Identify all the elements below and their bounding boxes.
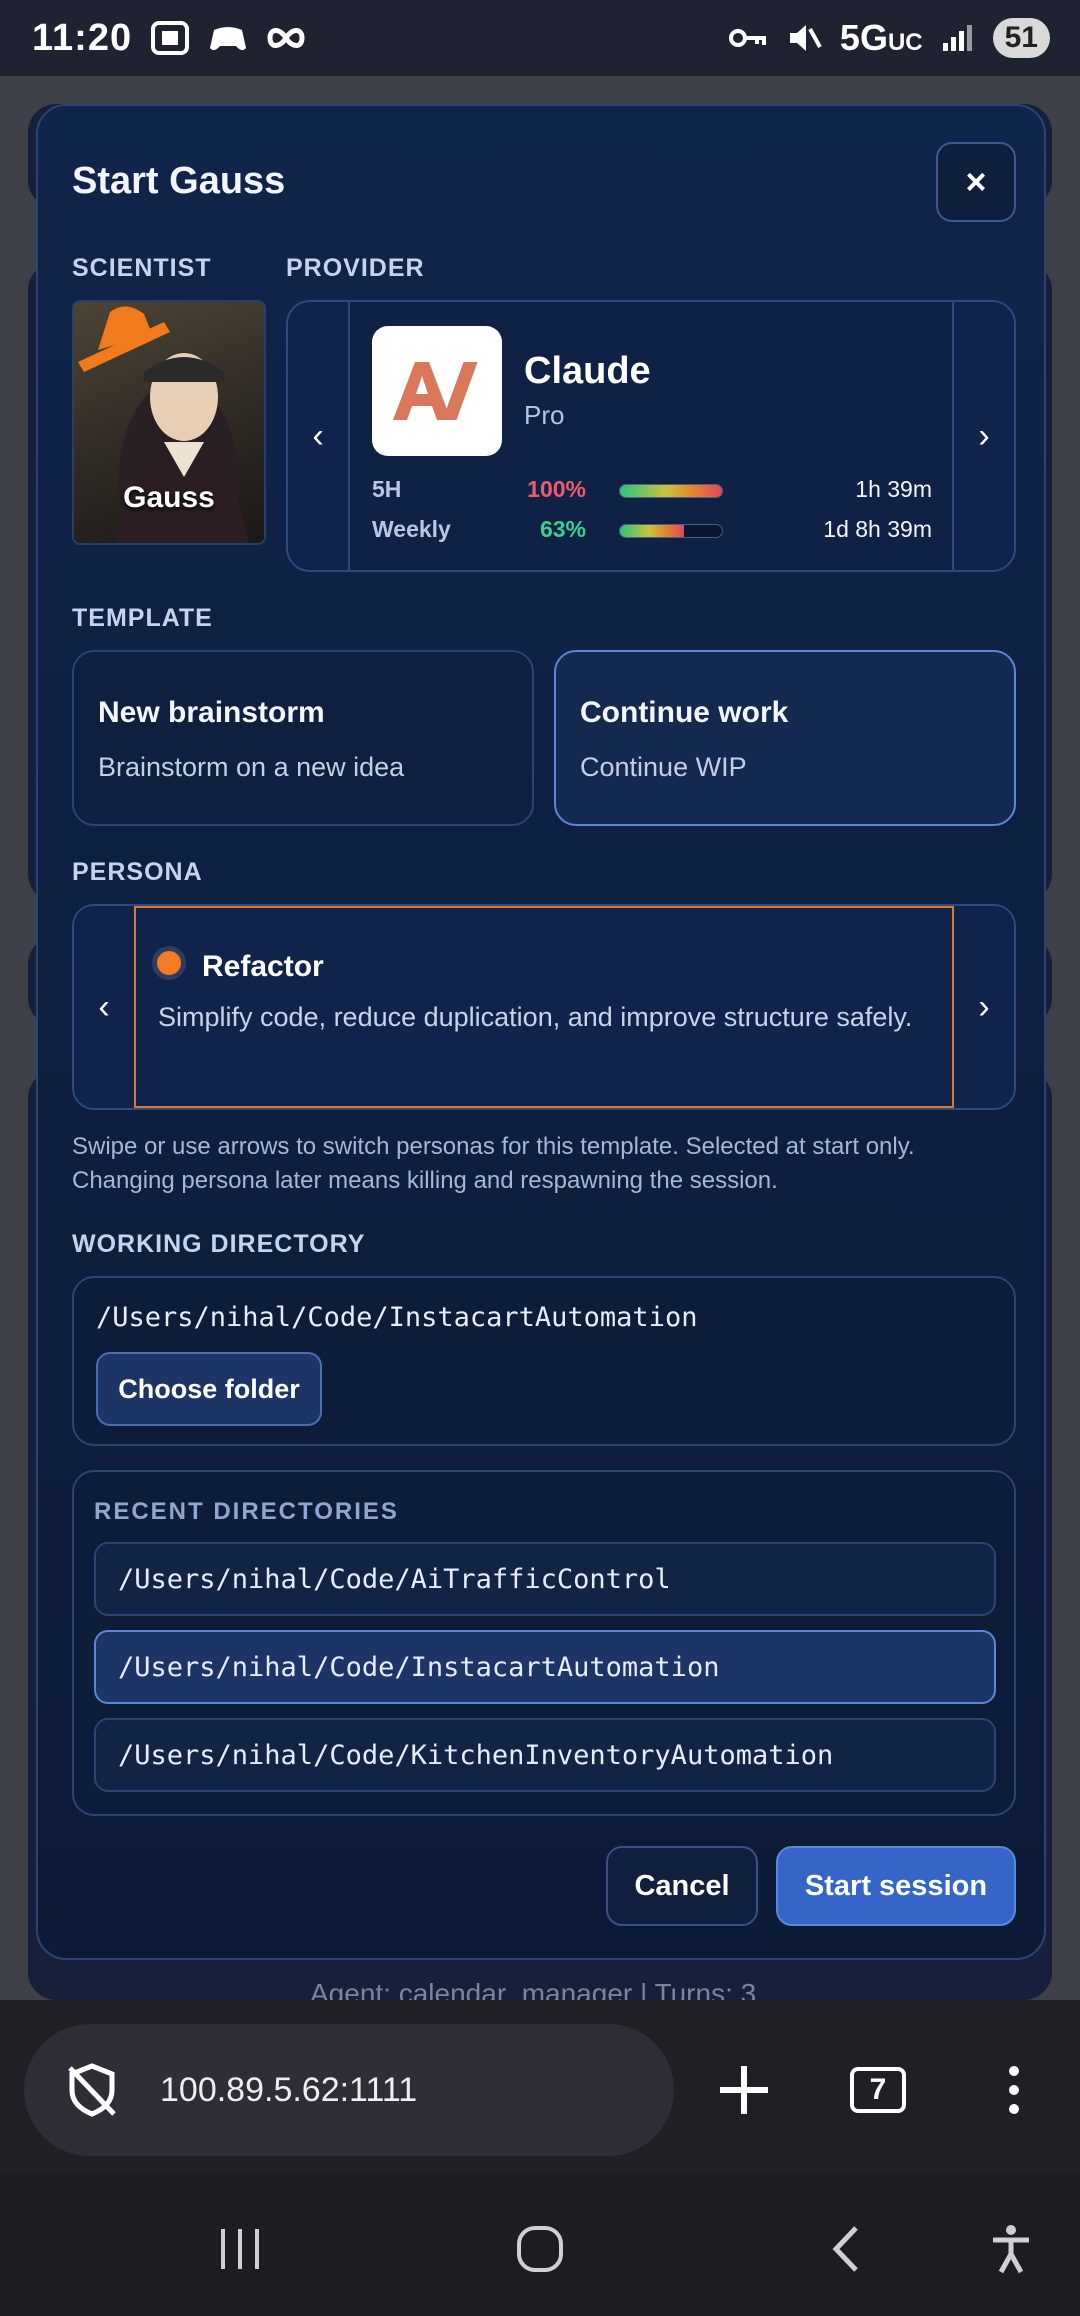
template-label: TEMPLATE xyxy=(72,604,213,632)
recent-directory-item[interactable]: /Users/nihal/Code/InstacartAutomation xyxy=(94,1630,996,1704)
tab-count: 7 xyxy=(850,2067,906,2113)
usage-row-weekly: Weekly 63% 1d 8h 39m xyxy=(372,516,932,546)
template-title: Continue work xyxy=(580,696,789,729)
usage-bar xyxy=(619,484,723,498)
tab-switcher-button[interactable]: 7 xyxy=(848,2052,908,2128)
persona-prev-button[interactable]: ‹ xyxy=(74,906,134,1108)
mute-icon xyxy=(789,25,822,51)
usage-percent: 100% xyxy=(527,476,586,502)
persona-label: PERSONA xyxy=(72,858,203,886)
usage-bar-fill xyxy=(620,525,685,537)
scientist-name: Gauss xyxy=(123,481,215,514)
persona-radio[interactable] xyxy=(152,946,186,980)
template-continue-work[interactable]: Continue work Continue WIP xyxy=(554,650,1016,826)
scientist-card[interactable]: Gauss xyxy=(72,300,266,545)
home-button[interactable] xyxy=(512,2214,568,2284)
accessibility-icon xyxy=(993,2225,1029,2274)
recent-directories-box: RECENT DIRECTORIES /Users/nihal/Code/AiT… xyxy=(72,1470,1016,1816)
close-button[interactable]: × xyxy=(936,142,1016,222)
home-icon xyxy=(517,2226,563,2272)
screenshot-icon xyxy=(151,21,190,55)
accessibility-button[interactable] xyxy=(986,2214,1036,2284)
provider-label: PROVIDER xyxy=(286,254,425,282)
game-controller-icon xyxy=(210,27,247,51)
usage-reset-time: 1d 8h 39m xyxy=(823,516,932,542)
more-vert-icon xyxy=(1009,2066,1019,2114)
persona-description: Simplify code, reduce duplication, and i… xyxy=(158,1002,913,1032)
start-session-button[interactable]: Start session xyxy=(776,1846,1016,1926)
template-subtitle: Continue WIP xyxy=(580,752,747,782)
close-icon: × xyxy=(965,161,987,202)
persona-hint: Swipe or use arrows to switch personas f… xyxy=(72,1133,915,1194)
back-icon xyxy=(832,2226,858,2272)
recent-directory-item[interactable]: /Users/nihal/Code/KitchenInventoryAutoma… xyxy=(94,1718,996,1792)
persona-option-refactor[interactable]: Refactor Simplify code, reduce duplicati… xyxy=(134,906,954,1108)
url-text: 100.89.5.62:1111 xyxy=(160,2070,418,2109)
battery-level: 51 xyxy=(992,18,1050,58)
status-bar: 11:20 5GUC 51 xyxy=(0,0,1080,76)
back-button[interactable] xyxy=(820,2214,870,2284)
template-title: New brainstorm xyxy=(98,696,325,729)
browser-toolbar: 100.89.5.62:1111 7 xyxy=(0,2000,1080,2174)
usage-row-5h: 5H 100% 1h 39m xyxy=(372,476,932,506)
working-directory-label: WORKING DIRECTORY xyxy=(72,1230,366,1258)
status-time: 11:20 xyxy=(32,16,133,59)
persona-name: Refactor xyxy=(202,950,324,983)
modal-title: Start Gauss xyxy=(72,160,286,202)
vpn-key-icon xyxy=(728,29,766,47)
usage-label: 5H xyxy=(372,476,402,502)
recent-directories-label: RECENT DIRECTORIES xyxy=(94,1498,399,1525)
template-subtitle: Brainstorm on a new idea xyxy=(98,752,405,782)
system-navigation-bar xyxy=(0,2174,1080,2316)
browser-menu-button[interactable] xyxy=(994,2052,1034,2128)
usage-bar-fill xyxy=(620,485,722,497)
provider-plan: Pro xyxy=(524,400,565,430)
infinity-icon xyxy=(267,28,305,48)
recents-button[interactable] xyxy=(212,2214,268,2284)
persona-next-button[interactable]: › xyxy=(954,906,1014,1108)
plus-icon xyxy=(720,2066,768,2114)
recents-icon xyxy=(221,2229,259,2269)
persona-carousel: ‹ Refactor Simplify code, reduce duplica… xyxy=(72,904,1016,1110)
provider-name: Claude xyxy=(524,350,651,392)
choose-folder-button[interactable]: Choose folder xyxy=(96,1352,322,1426)
provider-card: ‹ Claude Pro 5H 100% 1h 39m Weekly 63% 1… xyxy=(286,300,1016,572)
scientist-label: SCIENTIST xyxy=(72,254,212,282)
signal-icon xyxy=(942,25,972,51)
claude-logo-icon xyxy=(372,326,502,456)
usage-reset-time: 1h 39m xyxy=(855,476,932,502)
chevron-left-icon: ‹ xyxy=(98,987,110,1026)
chevron-right-icon: › xyxy=(978,987,990,1026)
recent-directory-item[interactable]: /Users/nihal/Code/AiTrafficControl xyxy=(94,1542,996,1616)
usage-bar xyxy=(619,524,723,538)
address-bar[interactable]: 100.89.5.62:1111 xyxy=(24,2024,674,2156)
cancel-button[interactable]: Cancel xyxy=(606,1846,758,1926)
usage-label: Weekly xyxy=(372,516,451,542)
not-secure-shield-icon xyxy=(68,2063,116,2117)
usage-percent: 63% xyxy=(539,516,586,542)
chevron-right-icon: › xyxy=(978,416,990,455)
start-session-modal: Start Gauss × SCIENTIST PROVIDER Gauss ‹ xyxy=(36,104,1046,1960)
template-new-brainstorm[interactable]: New brainstorm Brainstorm on a new idea xyxy=(72,650,534,826)
hat-icon xyxy=(78,306,170,372)
chevron-left-icon: ‹ xyxy=(312,416,324,455)
working-directory-path: /Users/nihal/Code/InstacartAutomation xyxy=(96,1302,698,1333)
new-tab-button[interactable] xyxy=(712,2052,776,2128)
provider-next-button[interactable]: › xyxy=(952,302,1014,570)
provider-prev-button[interactable]: ‹ xyxy=(288,302,350,570)
network-type: 5GUC xyxy=(839,17,923,58)
working-directory-box: /Users/nihal/Code/InstacartAutomation Ch… xyxy=(72,1276,1016,1446)
